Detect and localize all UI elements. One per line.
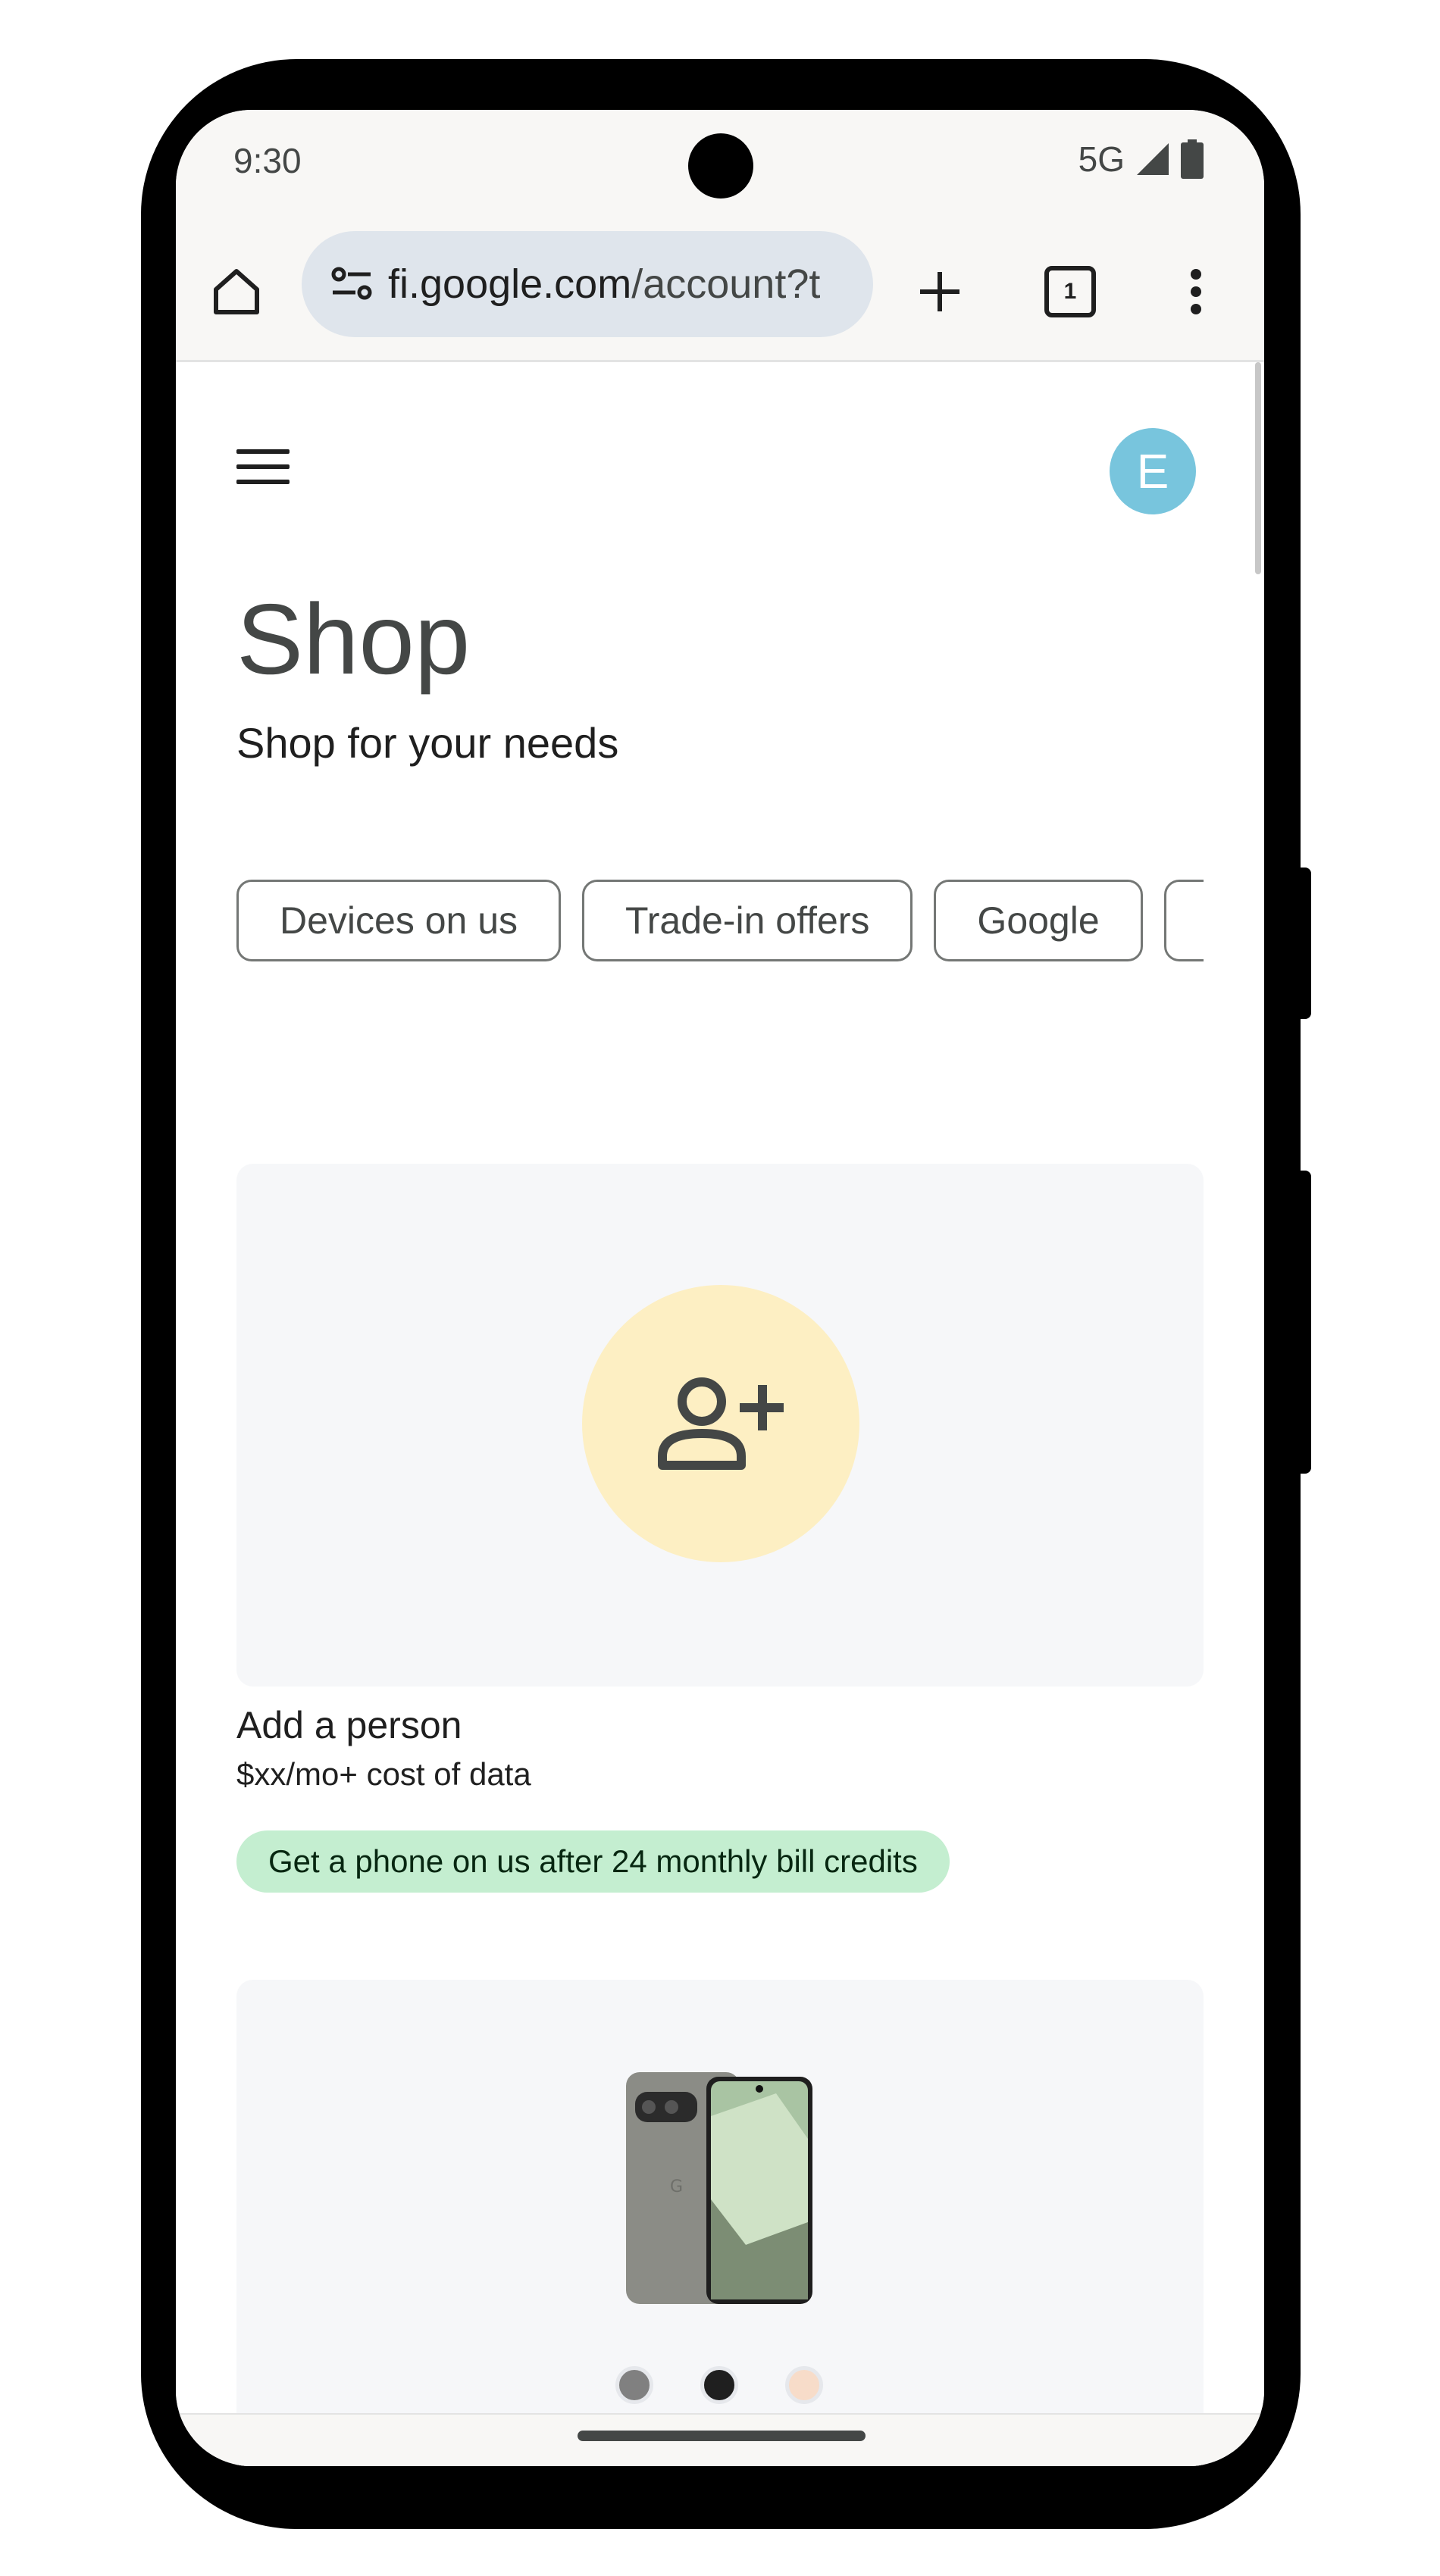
add-person-card[interactable] (236, 1164, 1204, 1687)
pixel-phone-image: G (626, 2072, 812, 2304)
status-bar: 9:30 5G (176, 110, 1264, 224)
color-options (615, 2366, 823, 2404)
url-bar[interactable]: fi.google.com/account?t (302, 231, 873, 337)
chip-devices-on-us[interactable]: Devices on us (236, 880, 562, 961)
phone-product-card[interactable]: G (236, 1980, 1204, 2466)
volume-button (1288, 1171, 1311, 1474)
page-title: Shop (236, 583, 471, 695)
url-domain: fi.google.com (388, 261, 632, 307)
home-indicator[interactable] (578, 2431, 866, 2441)
chip-google[interactable]: Google (934, 880, 1143, 961)
new-tab-button[interactable] (909, 261, 970, 322)
tab-count: 1 (1044, 266, 1096, 317)
front-camera (688, 133, 753, 199)
svg-text:G: G (670, 2177, 683, 2196)
signal-icon (1137, 143, 1169, 175)
browser-toolbar: fi.google.com/account?t 1 (176, 224, 1264, 362)
menu-icon (236, 449, 290, 454)
battery-icon (1181, 139, 1204, 179)
tab-switcher-button[interactable]: 1 (1040, 261, 1100, 322)
add-person-circle (582, 1285, 859, 1562)
status-time: 9:30 (233, 141, 302, 180)
network-type: 5G (1078, 139, 1125, 179)
scrollbar[interactable] (1255, 362, 1261, 574)
more-vert-icon (1191, 269, 1201, 314)
promo-badge: Get a phone on us after 24 monthly bill … (236, 1830, 950, 1893)
color-swatch[interactable] (615, 2366, 653, 2404)
home-button[interactable] (206, 261, 267, 322)
page-subtitle: Shop for your needs (236, 719, 619, 767)
add-person-title[interactable]: Add a person (236, 1703, 462, 1747)
filter-chips: Devices on us Trade-in offers Google (236, 880, 1204, 968)
add-person-price: $xx/mo+ cost of data (236, 1756, 531, 1792)
chip-more[interactable] (1163, 880, 1204, 961)
status-icons: 5G (1078, 139, 1204, 180)
url-text: fi.google.com/account?t (388, 261, 820, 308)
screen: 9:30 5G fi.google.com/account?t 1 E Shop… (176, 110, 1264, 2466)
url-path: /account?t (631, 261, 821, 307)
person-add-icon (658, 1377, 784, 1470)
avatar[interactable]: E (1110, 428, 1196, 514)
power-button (1288, 868, 1311, 1019)
site-settings-icon[interactable] (321, 254, 382, 314)
page-content: E Shop Shop for your needs Devices on us… (176, 362, 1264, 2466)
chip-trade-in-offers[interactable]: Trade-in offers (582, 880, 913, 961)
menu-button[interactable] (236, 449, 290, 495)
color-swatch[interactable] (700, 2366, 738, 2404)
home-icon (214, 269, 259, 314)
more-options-button[interactable] (1173, 261, 1219, 322)
color-swatch[interactable] (785, 2366, 823, 2404)
plus-icon (920, 272, 959, 311)
